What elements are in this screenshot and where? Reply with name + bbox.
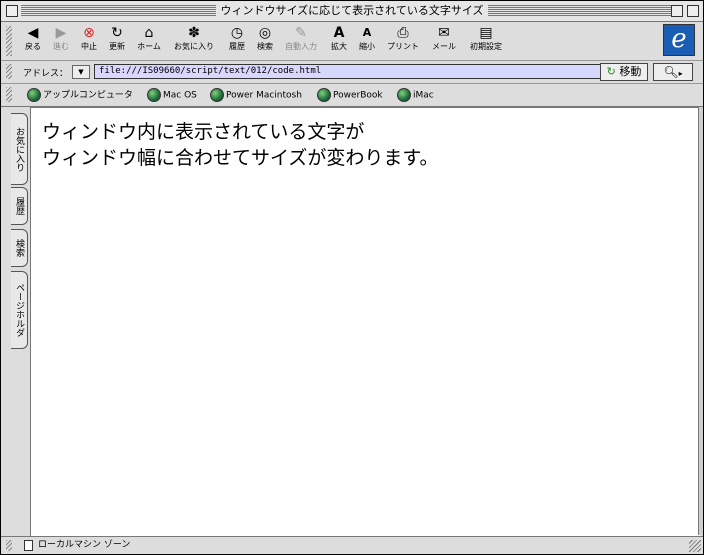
stop-button[interactable]: ⊗ 中止 [75, 25, 103, 53]
ie-logo-letter: e [671, 24, 687, 54]
address-label: アドレス： [23, 69, 69, 79]
magnifier-icon: 🔍︎ [663, 65, 679, 79]
text-larger-button[interactable]: A 拡大 [325, 25, 353, 53]
home-icon: ⌂ [144, 25, 154, 41]
forward-arrow-icon: ▶ [55, 25, 67, 41]
favorite-link[interactable]: アップルコンピュータ [27, 88, 133, 103]
zone-icon [24, 540, 33, 551]
window-title: ウィンドウサイズに応じて表示されている文字サイズ [1, 4, 703, 17]
back-arrow-icon: ◀ [27, 25, 39, 41]
content-line-1: ウィンドウ内に表示されている文字が [42, 121, 365, 143]
text-smaller-button[interactable]: A 縮小 [353, 25, 381, 53]
go-button[interactable]: ↻ 移動 [600, 63, 648, 81]
favorite-link[interactable]: Power Macintosh [210, 88, 302, 103]
favorites-bar: アップルコンピュータ Mac OS Power Macintosh PowerB… [1, 84, 703, 107]
autofill-icon: ✎ [295, 25, 307, 41]
text-larger-icon: A [333, 25, 345, 41]
back-button[interactable]: ◀ 戻る [19, 25, 47, 53]
favorite-link[interactable]: Mac OS [147, 88, 197, 103]
browser-window: ウィンドウサイズに応じて表示されている文字サイズ ◀ 戻る ▶ 進む ⊗ 中止 … [0, 0, 704, 555]
collapse-box[interactable] [687, 5, 699, 17]
explorer-side-tabs: お気に入り 履歴 検索 ページホルダ [1, 107, 30, 535]
text-smaller-icon: A [362, 26, 372, 39]
address-bar-grip[interactable] [6, 64, 12, 79]
globe-icon [147, 88, 161, 102]
chevron-down-icon: ▼ [78, 68, 84, 76]
preferences-button[interactable]: ▤ 初期設定 [465, 25, 507, 53]
status-text: ローカルマシン ゾーン [38, 540, 131, 550]
address-input[interactable] [94, 64, 604, 79]
refresh-icon: ↻ [111, 25, 123, 41]
status-bar-grip [6, 540, 12, 551]
chevron-right-icon: ▸ [678, 69, 683, 78]
window-title-text: ウィンドウサイズに応じて表示されている文字サイズ [216, 4, 488, 17]
mail-button[interactable]: ✉ メール [427, 25, 461, 53]
favorite-link[interactable]: PowerBook [317, 88, 383, 103]
preferences-icon: ▤ [479, 25, 493, 41]
title-bar[interactable]: ウィンドウサイズに応じて表示されている文字サイズ [1, 1, 703, 22]
resize-handle[interactable] [689, 540, 701, 552]
history-button[interactable]: ◷ 履歴 [223, 25, 251, 53]
globe-icon [317, 88, 331, 102]
favorites-icon: ✽ [188, 25, 200, 41]
favorite-link[interactable]: iMac [397, 88, 434, 103]
toolbar: ◀ 戻る ▶ 進む ⊗ 中止 ↻ 更新 ⌂ ホーム ✽ お気に入り ◷ 履歴 ◎ [1, 22, 703, 61]
globe-icon [27, 88, 41, 102]
globe-icon [397, 88, 411, 102]
home-button[interactable]: ⌂ ホーム [131, 25, 167, 53]
print-icon: ⎙ [397, 25, 409, 41]
favorites-bar-grip[interactable] [6, 87, 12, 102]
go-button-label: 移動 [619, 65, 642, 78]
stop-icon: ⊗ [83, 25, 95, 41]
toolbar-grip[interactable] [6, 26, 12, 56]
globe-icon [210, 88, 224, 102]
go-arrow-icon: ↻ [606, 65, 616, 78]
ie-logo-icon[interactable]: e [663, 24, 695, 56]
forward-button[interactable]: ▶ 進む [47, 25, 75, 53]
search-icon: ◎ [258, 25, 272, 41]
address-bar: アドレス： ▼ ↻ 移動 🔍︎▸ [1, 61, 703, 84]
tab-search[interactable]: 検索 [11, 229, 28, 267]
content-line-2: ウィンドウ幅に合わせてサイズが変わります。 [42, 147, 439, 169]
favorites-button[interactable]: ✽ お気に入り [169, 25, 219, 53]
status-bar: ローカルマシン ゾーン [1, 536, 703, 554]
tab-page-holder[interactable]: ページホルダ [11, 271, 28, 349]
refresh-button[interactable]: ↻ 更新 [103, 25, 131, 53]
address-search-button[interactable]: 🔍︎▸ [653, 63, 693, 81]
address-history-dropdown[interactable]: ▼ [72, 65, 90, 79]
zoom-box[interactable] [671, 5, 683, 17]
vertical-scrollbar[interactable] [698, 107, 703, 535]
page-content: ウィンドウ内に表示されている文字が ウィンドウ幅に合わせてサイズが変わります。 [30, 107, 700, 536]
tab-favorites[interactable]: お気に入り [11, 113, 28, 185]
mail-icon: ✉ [438, 25, 450, 41]
print-button[interactable]: ⎙ プリント [382, 25, 424, 53]
search-button[interactable]: ◎ 検索 [251, 25, 279, 53]
history-icon: ◷ [230, 25, 244, 41]
autofill-button[interactable]: ✎ 自動入力 [280, 25, 322, 53]
tab-history[interactable]: 履歴 [11, 187, 28, 225]
